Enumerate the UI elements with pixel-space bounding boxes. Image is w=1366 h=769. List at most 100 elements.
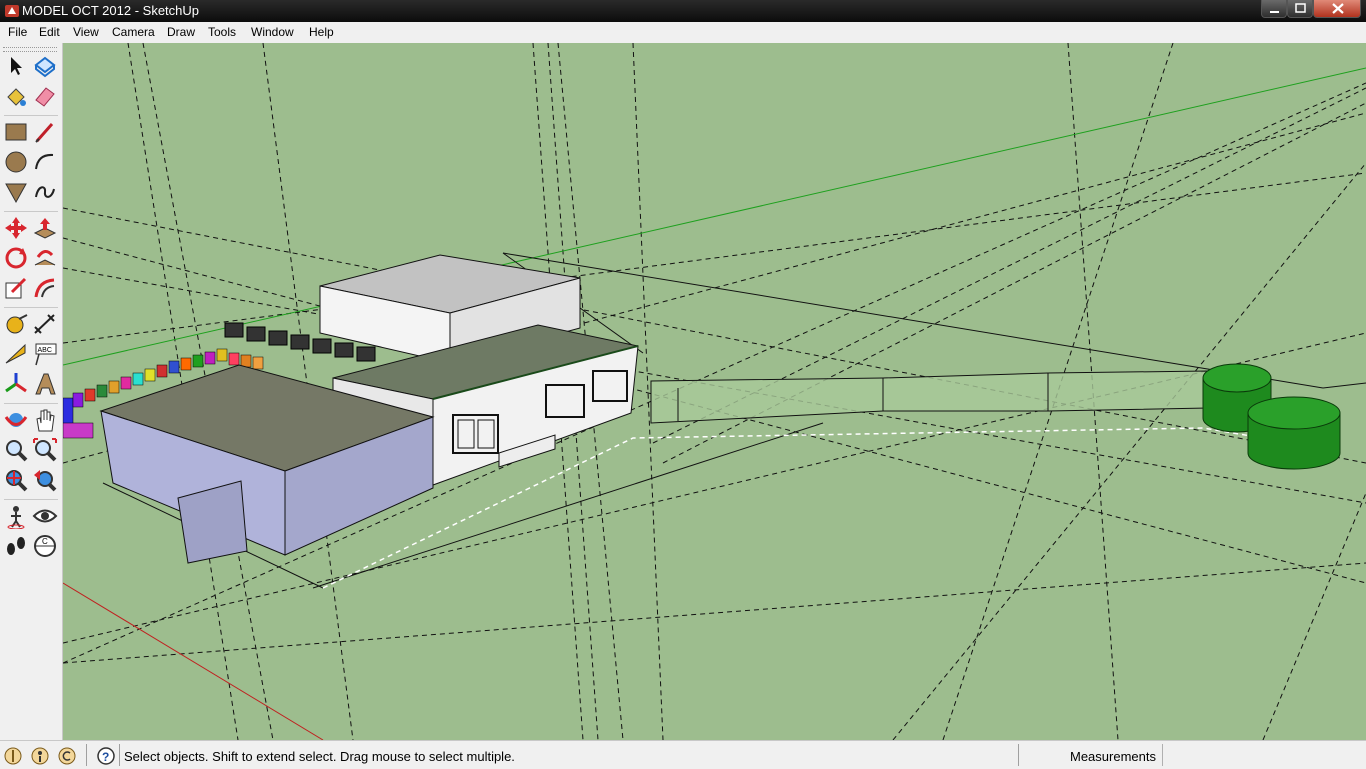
select-icon bbox=[11, 57, 22, 75]
section-plane-icon: C bbox=[34, 535, 56, 557]
title-bar: MODEL OCT 2012 - SketchUp bbox=[0, 0, 1366, 22]
eraser-tool[interactable] bbox=[32, 83, 58, 109]
3d-text-tool[interactable] bbox=[32, 371, 58, 397]
scale-icon bbox=[5, 277, 27, 299]
menu-bar: File Edit View Camera Draw Tools Window … bbox=[0, 22, 1366, 44]
previous-view-icon bbox=[34, 470, 57, 492]
make-component-tool[interactable] bbox=[32, 53, 58, 79]
move-tool[interactable] bbox=[3, 215, 29, 241]
section-plane-tool[interactable]: C bbox=[32, 533, 58, 559]
look-around-tool[interactable] bbox=[32, 503, 58, 529]
green-storage-tanks bbox=[1202, 363, 1341, 470]
rotate-tool[interactable] bbox=[3, 245, 29, 271]
offset-tool[interactable] bbox=[32, 275, 58, 301]
status-divider bbox=[119, 744, 120, 766]
line-icon bbox=[35, 123, 54, 143]
minimize-button[interactable] bbox=[1261, 0, 1287, 18]
menu-file[interactable]: File bbox=[8, 25, 27, 39]
red-axis bbox=[63, 582, 324, 740]
rotate-icon bbox=[5, 247, 27, 269]
freehand-tool[interactable] bbox=[32, 179, 58, 205]
menu-camera[interactable]: Camera bbox=[112, 25, 155, 39]
follow-me-tool[interactable] bbox=[32, 245, 58, 271]
close-icon bbox=[1332, 3, 1344, 14]
polygon-icon bbox=[5, 183, 27, 204]
toolbar-grip[interactable] bbox=[3, 47, 57, 52]
geo-location-icon[interactable] bbox=[3, 746, 23, 766]
large-tool-set-toolbar: ABC C bbox=[0, 43, 63, 740]
tape-measure-icon bbox=[6, 314, 28, 334]
zoom-extents-tool[interactable] bbox=[3, 467, 29, 493]
position-camera-icon bbox=[7, 506, 25, 529]
menu-draw[interactable]: Draw bbox=[167, 25, 195, 39]
dimension-tool[interactable] bbox=[32, 311, 58, 337]
status-divider bbox=[86, 744, 87, 766]
toolbar-separator bbox=[4, 403, 58, 404]
svg-text:?: ? bbox=[102, 750, 109, 764]
text-tool[interactable]: ABC bbox=[32, 341, 58, 367]
walk-tool[interactable] bbox=[3, 533, 29, 559]
freehand-icon bbox=[35, 186, 55, 198]
axes-icon bbox=[5, 373, 27, 393]
follow-me-icon bbox=[34, 250, 56, 266]
zoom-extents-icon bbox=[6, 470, 28, 492]
arc-icon bbox=[35, 153, 54, 170]
protractor-tool[interactable] bbox=[3, 341, 29, 367]
eraser-icon bbox=[35, 87, 55, 107]
pan-tool[interactable] bbox=[32, 407, 58, 433]
tape-measure-tool[interactable] bbox=[3, 311, 29, 337]
drawing-viewport[interactable] bbox=[63, 43, 1366, 740]
menu-window[interactable]: Window bbox=[251, 25, 294, 39]
menu-edit[interactable]: Edit bbox=[39, 25, 60, 39]
measurements-label: Measurements bbox=[1070, 749, 1156, 764]
menu-help[interactable]: Help bbox=[309, 25, 334, 39]
zoom-window-tool[interactable] bbox=[32, 437, 58, 463]
paint-bucket-tool[interactable] bbox=[3, 83, 29, 109]
toolbar-separator bbox=[4, 115, 58, 116]
circle-icon bbox=[5, 151, 27, 173]
menu-tools[interactable]: Tools bbox=[208, 25, 236, 39]
scale-tool[interactable] bbox=[3, 275, 29, 301]
green-axis bbox=[63, 67, 1366, 366]
walk-icon bbox=[7, 537, 25, 555]
status-divider bbox=[1018, 744, 1019, 766]
measurements-input[interactable] bbox=[1162, 744, 1363, 766]
orbit-icon bbox=[4, 413, 28, 427]
move-icon bbox=[5, 217, 27, 239]
text-icon: ABC bbox=[35, 343, 57, 366]
previous-view-tool[interactable] bbox=[32, 467, 58, 493]
push-pull-tool[interactable] bbox=[32, 215, 58, 241]
transparent-pipe bbox=[650, 370, 1209, 424]
rectangle-tool[interactable] bbox=[3, 119, 29, 145]
help-icon[interactable]: ? bbox=[96, 746, 116, 766]
status-message: Select objects. Shift to extend select. … bbox=[124, 749, 515, 764]
maximize-button[interactable] bbox=[1287, 0, 1313, 18]
copyright-icon[interactable] bbox=[57, 746, 77, 766]
svg-text:C: C bbox=[42, 537, 48, 546]
polygon-tool[interactable] bbox=[3, 179, 29, 205]
zoom-tool[interactable] bbox=[3, 437, 29, 463]
arc-tool[interactable] bbox=[32, 149, 58, 175]
make-component-icon bbox=[34, 56, 56, 78]
select-tool[interactable] bbox=[3, 53, 29, 79]
status-bar: ? Select objects. Shift to extend select… bbox=[0, 740, 1366, 769]
protractor-icon bbox=[5, 343, 26, 364]
pan-icon bbox=[36, 409, 55, 432]
toolbar-separator bbox=[4, 499, 58, 500]
model-scene[interactable] bbox=[63, 43, 1366, 740]
close-button[interactable] bbox=[1313, 0, 1361, 18]
circle-tool[interactable] bbox=[3, 149, 29, 175]
zoom-icon bbox=[6, 440, 28, 462]
orbit-tool[interactable] bbox=[3, 407, 29, 433]
dimension-icon bbox=[34, 314, 55, 334]
axes-tool[interactable] bbox=[3, 371, 29, 397]
zoom-window-icon bbox=[33, 438, 57, 462]
line-tool[interactable] bbox=[32, 119, 58, 145]
toolbar-separator bbox=[4, 307, 58, 308]
toolbar-separator bbox=[4, 211, 58, 212]
svg-text:ABC: ABC bbox=[38, 347, 52, 354]
menu-view[interactable]: View bbox=[73, 25, 99, 39]
credits-icon[interactable] bbox=[30, 746, 50, 766]
position-camera-tool[interactable] bbox=[3, 503, 29, 529]
maximize-icon bbox=[1295, 3, 1306, 13]
